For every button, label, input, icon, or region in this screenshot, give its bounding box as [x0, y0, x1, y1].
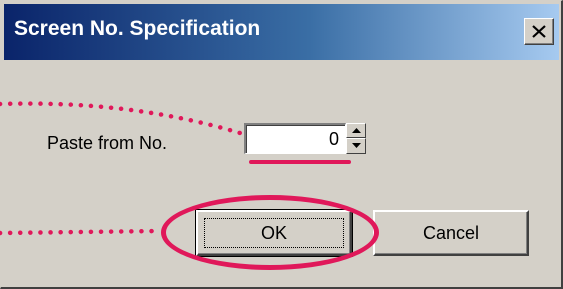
- leader-line-paste: [0, 101, 243, 136]
- annotation-leader-lines: [0, 101, 243, 236]
- leader-line-ok: [0, 228, 163, 236]
